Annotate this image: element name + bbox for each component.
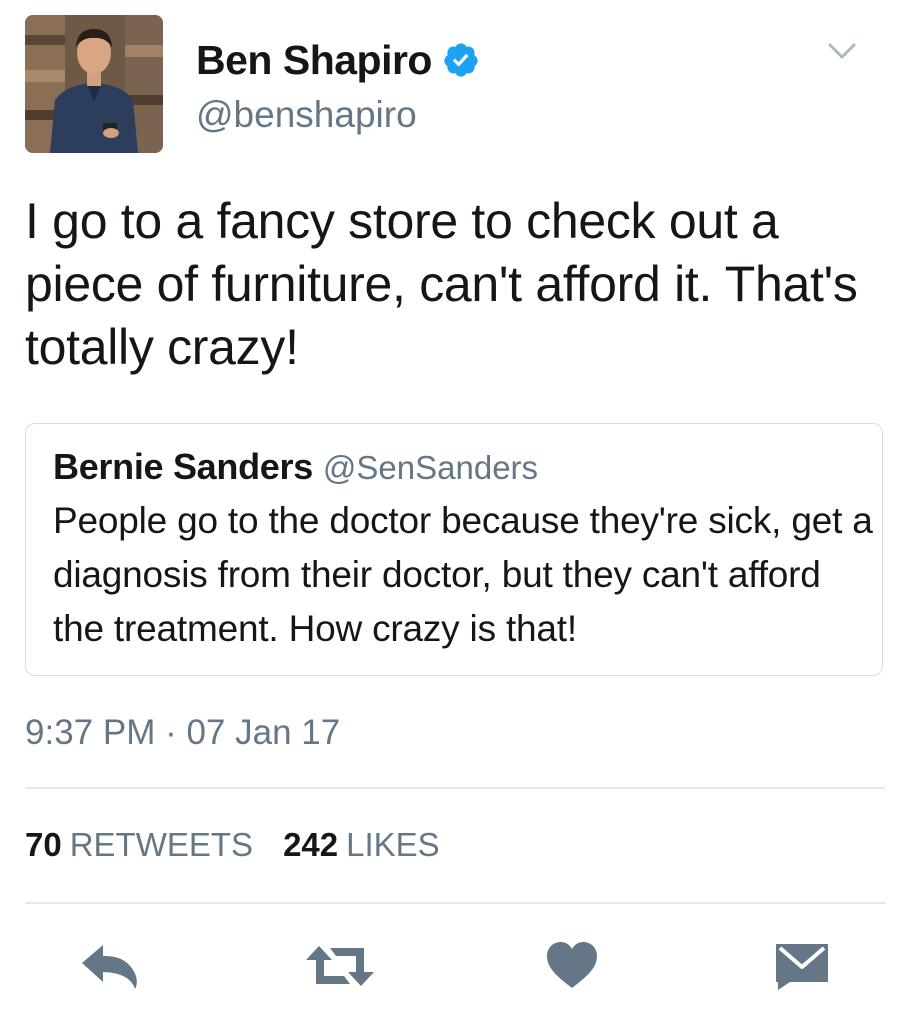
divider (25, 902, 885, 904)
quoted-tweet-card[interactable]: Bernie Sanders @SenSanders People go to t… (25, 423, 883, 676)
author-display-name[interactable]: Ben Shapiro (196, 37, 432, 84)
quoted-author-handle: @SenSanders (322, 449, 539, 486)
author-avatar[interactable] (25, 15, 163, 153)
avatar-photo (25, 15, 163, 153)
likes-label: LIKES (346, 826, 440, 863)
reply-icon (82, 945, 137, 989)
quoted-author-name: Bernie Sanders (53, 446, 313, 487)
quoted-tweet-text: People go to the doctor because they're … (53, 500, 873, 649)
retweets-label: RETWEETS (69, 826, 254, 863)
heart-icon (547, 942, 597, 988)
verified-badge-icon (442, 41, 480, 79)
author-name-row: Ben Shapiro (196, 30, 480, 90)
reply-button[interactable] (78, 938, 142, 994)
like-button[interactable] (545, 938, 609, 994)
engagement-stats: 70 RETWEETS 242 LIKES (25, 826, 470, 864)
quoted-tweet-header: Bernie Sanders @SenSanders (53, 446, 538, 488)
retweet-button[interactable] (304, 938, 374, 994)
likes-count: 242 (283, 826, 339, 863)
retweets-count: 70 (25, 826, 62, 863)
tweet-text: I go to a fancy store to check out a pie… (25, 193, 858, 375)
chevron-down-icon[interactable] (822, 36, 862, 66)
direct-message-button[interactable] (774, 938, 838, 994)
retweets-stat[interactable]: 70 RETWEETS (25, 826, 253, 863)
divider (25, 787, 885, 789)
author-handle[interactable]: @benshapiro (196, 94, 417, 136)
likes-stat[interactable]: 242 LIKES (283, 826, 440, 863)
envelope-icon (776, 944, 828, 990)
retweet-icon (306, 946, 374, 986)
tweet-timestamp: 9:37 PM · 07 Jan 17 (25, 713, 341, 752)
